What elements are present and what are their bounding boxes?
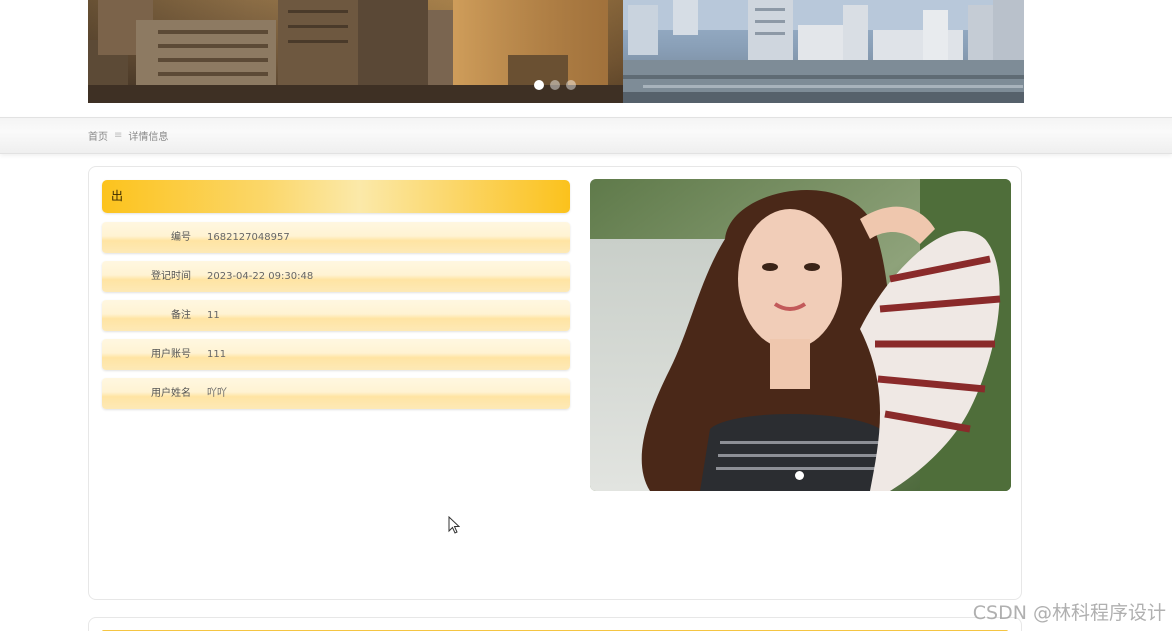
field-label-remark: 备注 bbox=[171, 310, 191, 321]
field-value-account: 111 bbox=[207, 349, 227, 360]
watermark: CSDN @林科程序设计 bbox=[972, 602, 1166, 624]
detail-field-list: 编号 1682127048957 登记时间 2023-04-22 09:30:4… bbox=[102, 222, 570, 417]
photo-dot-1[interactable] bbox=[795, 471, 804, 480]
field-label-register-time: 登记时间 bbox=[151, 271, 191, 282]
detail-field-row: 登记时间 2023-04-22 09:30:48 bbox=[102, 261, 570, 292]
detail-field-row: 用户账号 111 bbox=[102, 339, 570, 370]
detail-field-row: 编号 1682127048957 bbox=[102, 222, 570, 253]
banner-dot-1[interactable] bbox=[534, 80, 544, 90]
breadcrumb-current: 详情信息 bbox=[128, 132, 169, 143]
banner-pagination bbox=[534, 80, 576, 90]
breadcrumb-bar: 首页 ≡ 详情信息 bbox=[0, 117, 1172, 154]
photo-carousel[interactable] bbox=[590, 179, 1011, 491]
field-value-id: 1682127048957 bbox=[207, 232, 290, 243]
banner-carousel[interactable] bbox=[88, 0, 1024, 103]
breadcrumb-separator-icon: ≡ bbox=[114, 130, 123, 141]
field-label-id: 编号 bbox=[171, 232, 191, 243]
field-label-account: 用户账号 bbox=[151, 349, 191, 360]
detail-field-row: 用户姓名 吖吖 bbox=[102, 378, 570, 409]
field-value-remark: 11 bbox=[207, 310, 220, 321]
field-value-register-time: 2023-04-22 09:30:48 bbox=[207, 271, 314, 282]
breadcrumb: 首页 ≡ 详情信息 bbox=[88, 128, 168, 143]
mouse-cursor-icon bbox=[448, 516, 460, 534]
banner-dot-3[interactable] bbox=[566, 80, 576, 90]
next-card bbox=[88, 617, 1022, 631]
portrait-photo bbox=[590, 179, 1011, 491]
detail-card: 出 编号 1682127048957 登记时间 2023-04-22 09:30… bbox=[88, 166, 1022, 600]
field-label-username: 用户姓名 bbox=[151, 388, 191, 399]
field-value-username: 吖吖 bbox=[207, 388, 227, 399]
detail-field-row: 备注 11 bbox=[102, 300, 570, 331]
breadcrumb-home-link[interactable]: 首页 bbox=[88, 128, 108, 143]
detail-title: 出 bbox=[102, 180, 570, 213]
banner-slide-image bbox=[623, 0, 1024, 103]
page: 首页 ≡ 详情信息 出 编号 1682127048957 登记时间 2023-0… bbox=[0, 0, 1172, 631]
banner-dot-2[interactable] bbox=[550, 80, 560, 90]
